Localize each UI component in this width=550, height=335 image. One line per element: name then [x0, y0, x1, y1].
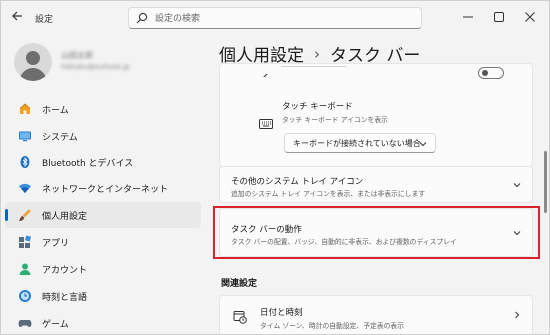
other-tray-title: その他のシステム トレイ アイコン	[231, 177, 364, 187]
bluetooth-icon	[20, 156, 30, 168]
settings-window: 設定 山田太郎 hikkaku@outlook.jp ホーム システム	[0, 0, 550, 335]
sidebar-item-label: Bluetooth とデバイス	[42, 159, 134, 169]
sidebar-item-personalization[interactable]: 個人用設定	[5, 202, 201, 228]
search-input[interactable]	[155, 11, 415, 26]
touch-keyboard-title: タッチ キーボード	[282, 102, 353, 112]
chevron-right-icon	[515, 311, 520, 319]
title-bar: 設定	[1, 1, 549, 35]
profile-email: hikkaku@outlook.jp	[61, 63, 130, 71]
home-icon	[19, 103, 31, 114]
maximize-icon	[494, 12, 504, 22]
sidebar-item-gaming[interactable]: ゲーム	[5, 310, 201, 334]
chevron-down-icon	[419, 142, 427, 147]
back-button[interactable]	[9, 10, 25, 26]
game-icon	[18, 320, 32, 327]
related-settings-heading: 関連設定	[221, 279, 258, 289]
account-icon	[19, 263, 31, 275]
sidebar-item-accounts[interactable]: アカウント	[5, 256, 201, 282]
scrollbar[interactable]	[544, 151, 547, 213]
touch-keyboard-dropdown[interactable]: キーボードが接続されていない場合	[284, 133, 436, 153]
other-tray-desc: 追加のシステム トレイ アイコンを表示、または非表示にします	[231, 190, 426, 198]
brush-icon	[19, 209, 31, 221]
apps-icon	[19, 235, 32, 248]
highlight-annotation	[213, 206, 540, 259]
minimize-button[interactable]	[453, 7, 483, 27]
pen-menu-toggle[interactable]	[478, 67, 504, 79]
close-icon	[525, 12, 535, 22]
date-time-card[interactable]: 日付と時刻 タイム ゾーン、時計の自動設定、予定表の表示	[219, 295, 533, 334]
sidebar-item-label: ネットワークとインターネット	[42, 185, 169, 195]
user-avatar-icon	[19, 51, 47, 81]
dropdown-value: キーボードが接続されていない場合	[293, 139, 421, 148]
date-time-title: 日付と時刻	[260, 308, 303, 318]
sidebar-item-system[interactable]: システム	[5, 123, 201, 149]
sidebar-item-label: ホーム	[42, 106, 69, 116]
sidebar-item-apps[interactable]: アプリ	[5, 229, 201, 255]
app-title: 設定	[35, 15, 54, 25]
touch-keyboard-desc: タッチ キーボード アイコンを表示	[282, 116, 388, 124]
other-tray-icons-card[interactable]: その他のシステム トレイ アイコン 追加のシステム トレイ アイコンを表示、また…	[219, 166, 533, 203]
sidebar-item-bluetooth[interactable]: Bluetooth とデバイス	[5, 149, 201, 175]
breadcrumb-chevron-icon: ›	[314, 44, 320, 63]
chevron-down-icon	[513, 183, 521, 188]
search-icon	[136, 12, 148, 24]
pen-menu-icon	[259, 67, 269, 77]
sidebar-item-label: アカウント	[42, 266, 88, 276]
back-arrow-icon	[12, 11, 22, 21]
sidebar-item-label: 個人用設定	[42, 212, 88, 222]
avatar[interactable]	[14, 43, 52, 81]
sidebar-item-home[interactable]: ホーム	[5, 96, 201, 122]
sidebar-item-network[interactable]: ネットワークとインターネット	[5, 175, 201, 201]
system-icon	[19, 131, 31, 142]
maximize-button[interactable]	[484, 7, 514, 27]
date-time-desc: タイム ゾーン、時計の自動設定、予定表の表示	[260, 322, 405, 330]
wifi-icon	[19, 183, 31, 193]
profile-name: 山田太郎	[61, 51, 93, 60]
sidebar-item-label: アプリ	[42, 239, 70, 249]
truncated-row: ━━━━━━━━━━━━━━━━	[281, 66, 347, 70]
active-indicator	[5, 209, 8, 221]
minimize-icon	[463, 16, 473, 18]
sidebar-item-label: システム	[42, 133, 78, 143]
search-box[interactable]	[128, 7, 422, 29]
sidebar-item-label: ゲーム	[42, 320, 69, 330]
sidebar-item-time-language[interactable]: 時刻と言語	[5, 283, 201, 309]
close-button[interactable]	[515, 7, 545, 27]
keyboard-icon	[259, 119, 273, 129]
toggle-knob	[482, 70, 488, 76]
calendar-clock-icon	[233, 311, 247, 324]
sidebar-item-label: 時刻と言語	[42, 293, 88, 303]
time-language-icon	[19, 290, 31, 302]
